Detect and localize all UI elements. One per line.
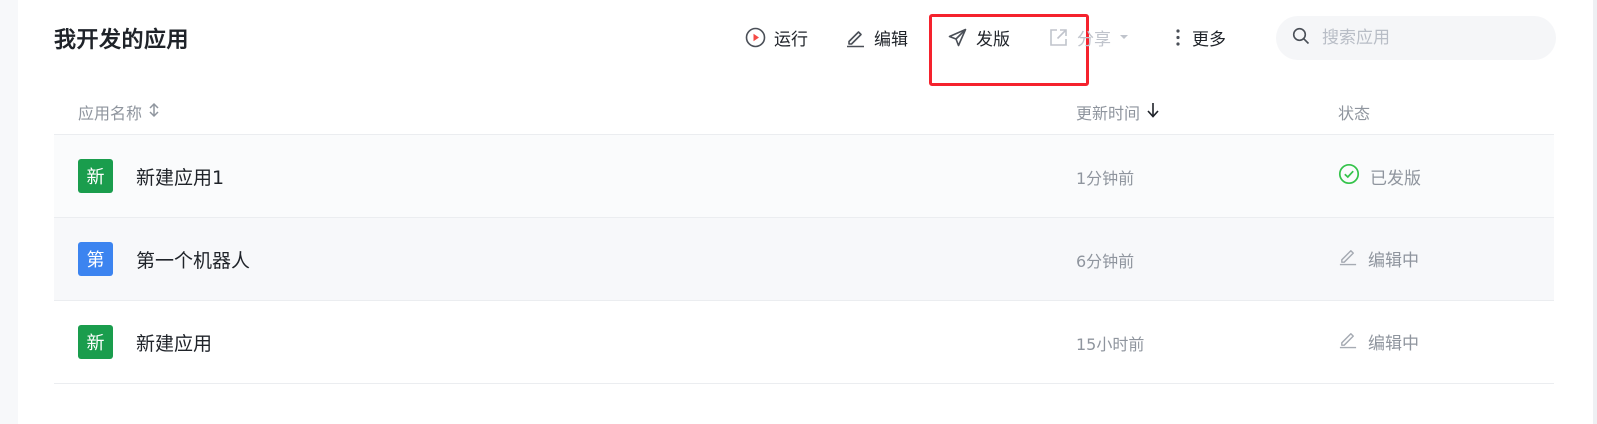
updated-time: 15小时前 <box>1076 335 1145 354</box>
pencil-icon <box>1338 246 1358 271</box>
play-circle-icon <box>745 27 766 48</box>
edit-label: 编辑 <box>874 29 908 50</box>
sort-icon <box>148 102 160 122</box>
run-button[interactable]: 运行 <box>745 22 808 52</box>
apps-table: 应用名称 更新时间 状态 新 新建应用1 1分钟前 已发版 第 第一个机器人 6 <box>54 88 1554 384</box>
app-name[interactable]: 新建应用1 <box>136 163 224 190</box>
updated-time: 1分钟前 <box>1076 169 1135 188</box>
share-label: 分享 <box>1077 29 1111 50</box>
search-icon <box>1292 27 1310 49</box>
left-gutter <box>0 0 18 424</box>
more-button[interactable]: 更多 <box>1172 22 1226 52</box>
table-row[interactable]: 第 第一个机器人 6分钟前 编辑中 <box>54 218 1554 301</box>
status-label: 编辑中 <box>1368 251 1419 271</box>
pencil-icon <box>1338 329 1358 354</box>
status-label: 已发版 <box>1370 169 1421 189</box>
share-button[interactable]: 分享 <box>1048 22 1129 52</box>
page-title: 我开发的应用 <box>54 28 190 53</box>
arrow-down-icon <box>1146 101 1160 123</box>
caret-down-icon <box>1119 33 1129 41</box>
app-name[interactable]: 第一个机器人 <box>136 246 250 273</box>
status-label: 编辑中 <box>1368 334 1419 354</box>
more-vertical-icon <box>1172 27 1184 48</box>
more-label: 更多 <box>1192 29 1226 50</box>
share-icon <box>1048 27 1069 48</box>
column-header-name[interactable]: 应用名称 <box>78 100 160 124</box>
status-cell: 编辑中 <box>1338 329 1419 354</box>
publish-button[interactable]: 发版 <box>947 22 1010 52</box>
table-header: 应用名称 更新时间 状态 <box>54 88 1554 135</box>
table-row[interactable]: 新 新建应用1 1分钟前 已发版 <box>54 135 1554 218</box>
column-status-label: 状态 <box>1338 104 1371 123</box>
publish-label: 发版 <box>976 29 1010 50</box>
status-cell: 已发版 <box>1338 163 1421 190</box>
run-label: 运行 <box>774 29 808 50</box>
table-row[interactable]: 新 新建应用 15小时前 编辑中 <box>54 301 1554 384</box>
app-avatar: 新 <box>78 325 113 359</box>
check-circle-icon <box>1338 163 1360 190</box>
app-avatar: 第 <box>78 242 113 276</box>
edit-button[interactable]: 编辑 <box>845 22 908 52</box>
updated-time: 6分钟前 <box>1076 252 1135 271</box>
app-name[interactable]: 新建应用 <box>136 329 212 356</box>
column-header-status: 状态 <box>1338 100 1370 124</box>
column-updated-label: 更新时间 <box>1076 104 1141 123</box>
column-name-label: 应用名称 <box>78 104 143 123</box>
column-header-updated[interactable]: 更新时间 <box>1076 100 1160 124</box>
status-cell: 编辑中 <box>1338 246 1419 271</box>
search-input[interactable] <box>1320 27 1524 49</box>
app-avatar: 新 <box>78 159 113 193</box>
pencil-icon <box>845 27 866 48</box>
right-scroll-edge <box>1593 0 1597 424</box>
send-icon <box>947 27 968 48</box>
search-box[interactable] <box>1276 16 1556 60</box>
